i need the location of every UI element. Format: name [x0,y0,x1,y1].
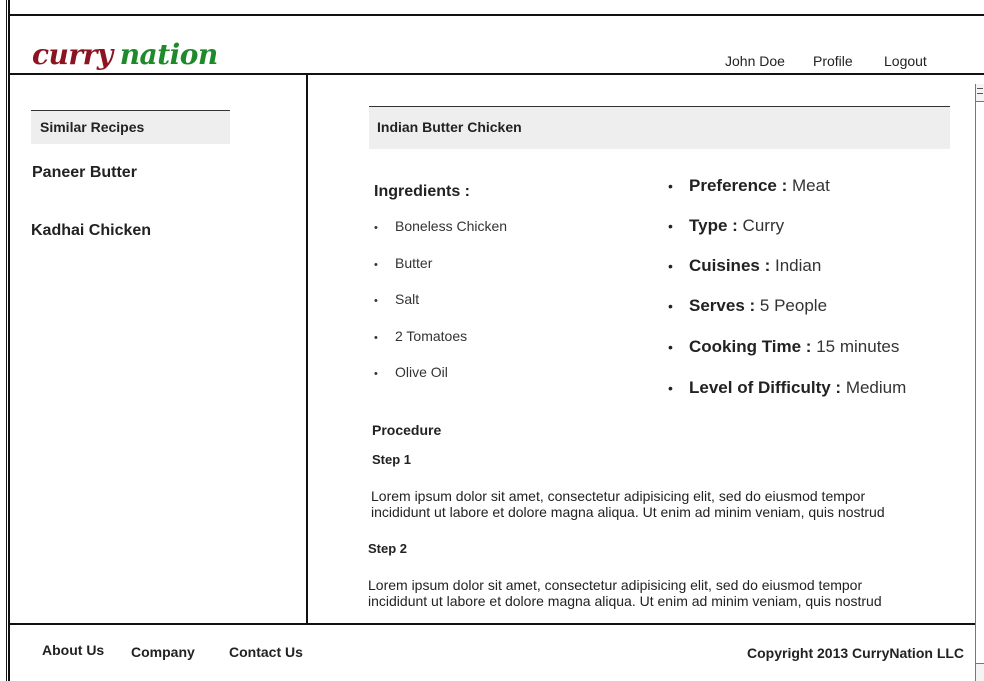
step-1-heading: Step 1 [372,452,412,467]
window-left-border [0,0,10,681]
logo-part-nation: nation [119,38,219,71]
ingredients-heading: Ingredients : [374,183,471,200]
step-1-text: Lorem ipsum dolor sit amet, consectetur … [371,488,885,520]
info-cooking-time: • Cooking Time : 15 minutes [668,337,900,356]
bullet-icon: • [668,298,673,314]
profile-link[interactable]: Profile [813,53,853,69]
bullet-icon: • [668,380,673,396]
bullet-icon: • [374,222,378,234]
info-type: • Type : Curry [668,216,785,235]
top-border [10,14,984,16]
bullet-icon: • [374,368,378,380]
bullet-icon: • [668,339,673,355]
brand-logo[interactable]: curry nation [32,38,218,71]
logout-link[interactable]: Logout [884,53,927,69]
scroll-down-arrow[interactable] [976,663,984,681]
ingredient-item: • 2 Tomatoes [374,328,468,344]
sidebar-divider [306,73,308,625]
ingredient-item: • Salt [374,291,420,307]
similar-recipes-title: Similar Recipes [40,119,145,135]
footer-about-link[interactable]: About Us [42,642,104,658]
copyright-text: Copyright 2013 CurryNation LLC [747,645,965,661]
info-cuisines: • Cuisines : Indian [668,256,822,275]
bullet-icon: • [668,258,673,274]
similar-recipes-header: Similar Recipes [31,110,230,144]
bullet-icon: • [374,332,378,344]
step-2-heading: Step 2 [368,541,408,556]
bullet-icon: • [374,259,378,271]
header-divider [10,73,984,75]
info-serves: • Serves : 5 People [668,296,828,315]
bullet-icon: • [374,295,378,307]
procedure-heading: Procedure [372,422,442,438]
info-difficulty: • Level of Difficulty : Medium [668,378,907,397]
bullet-icon: • [668,178,673,194]
recipe-title: Indian Butter Chicken [377,119,522,135]
user-name-link[interactable]: John Doe [725,53,785,69]
scroll-up-arrow[interactable] [976,84,984,102]
ingredient-item: • Butter [374,255,433,271]
ingredient-item: • Olive Oil [374,364,448,380]
sidebar-item-kadhai-chicken[interactable]: Kadhai Chicken [31,222,151,240]
vertical-scrollbar[interactable] [975,84,984,681]
step-2-text: Lorem ipsum dolor sit amet, consectetur … [368,577,882,609]
ingredient-item: • Boneless Chicken [374,218,508,234]
info-preference: • Preference : Meat [668,176,830,195]
bullet-icon: • [668,218,673,234]
recipe-title-bar: Indian Butter Chicken [369,106,950,149]
logo-part-curry: curry [32,38,113,71]
footer-contact-link[interactable]: Contact Us [229,644,303,660]
sidebar-item-paneer-butter[interactable]: Paneer Butter [32,164,137,182]
footer-company-link[interactable]: Company [131,644,195,660]
footer-divider [10,623,984,625]
